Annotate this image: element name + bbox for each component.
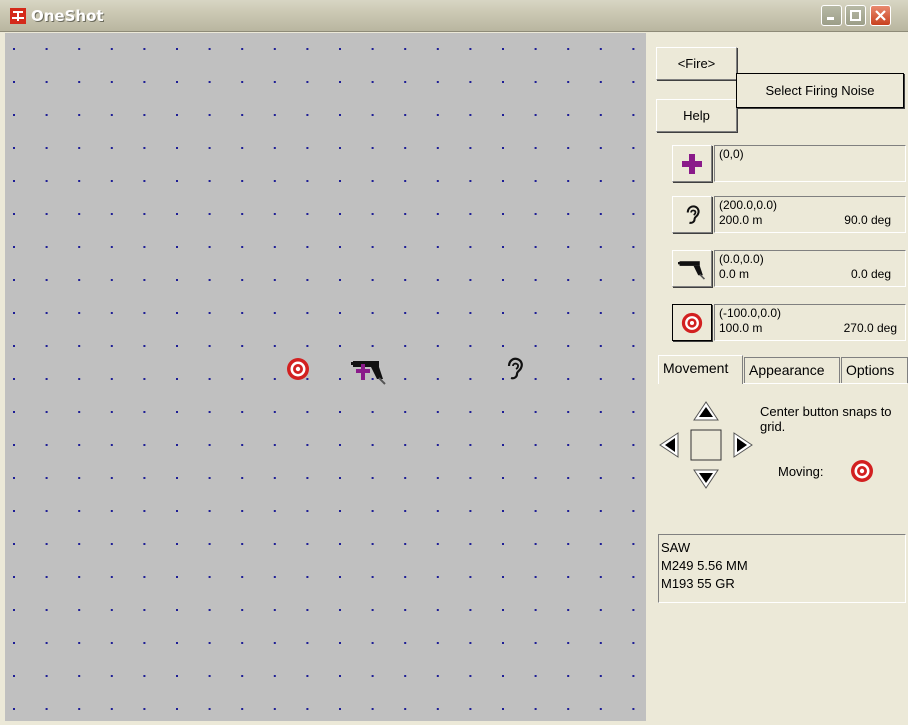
- control-panel: <Fire> Help Select Firing Noise (0,0) (2…: [650, 33, 908, 725]
- weapon-name: SAW: [661, 540, 691, 555]
- move-left-button[interactable]: [659, 432, 679, 458]
- maximize-button[interactable]: [845, 5, 866, 26]
- target-icon[interactable]: [285, 356, 311, 382]
- maximize-icon: [850, 10, 861, 21]
- gun-icon: [678, 260, 705, 280]
- shooter-button[interactable]: [672, 250, 712, 287]
- grid-canvas[interactable]: [5, 33, 646, 721]
- tab-movement[interactable]: Movement: [658, 355, 743, 384]
- close-icon: [875, 10, 886, 21]
- fire-button[interactable]: <Fire>: [656, 47, 737, 80]
- move-right-button[interactable]: [733, 432, 753, 458]
- title-bar[interactable]: OneShot: [0, 0, 908, 32]
- center-snap-button[interactable]: [690, 429, 722, 461]
- origin-info: (0,0): [714, 145, 906, 182]
- listener-button[interactable]: [672, 196, 712, 233]
- shooter-angle: 0.0 deg: [850, 267, 891, 281]
- grid-dots: [13, 48, 635, 710]
- weapon-round: M193 55 GR: [661, 576, 735, 591]
- target-info: (-100.0,0.0) 100.0 m 270.0 deg: [714, 304, 906, 341]
- tab-strip: Movement Appearance Options: [658, 355, 908, 384]
- move-up-button[interactable]: [693, 401, 719, 421]
- weapon-info: SAW M249 5.56 MM M193 55 GR: [658, 534, 906, 603]
- listener-coords: (200.0,0.0): [719, 198, 778, 212]
- tab-options[interactable]: Options: [841, 357, 908, 383]
- origin-button[interactable]: [672, 145, 712, 182]
- listener-angle: 90.0 deg: [844, 213, 891, 227]
- target-coords: (-100.0,0.0): [719, 306, 782, 320]
- shooter-distance: 0.0 m: [719, 267, 750, 281]
- help-button[interactable]: Help: [656, 99, 737, 132]
- crosshair-icon: [682, 153, 702, 174]
- movement-pane: Center button snaps to grid. Moving: SAW…: [658, 383, 907, 718]
- target-distance: 100.0 m: [719, 321, 763, 335]
- minimize-button[interactable]: [821, 5, 842, 26]
- listener-distance: 200.0 m: [719, 213, 763, 227]
- ear-icon[interactable]: [501, 356, 527, 382]
- target-angle: 270.0 deg: [843, 321, 897, 335]
- target-button[interactable]: [672, 304, 712, 341]
- center-hint: Center button snaps to grid.: [760, 404, 892, 434]
- ear-icon: [686, 204, 700, 224]
- direction-pad: [659, 401, 753, 489]
- listener-info: (200.0,0.0) 200.0 m 90.0 deg: [714, 196, 906, 233]
- weapon-caliber: M249 5.56 MM: [661, 558, 748, 573]
- origin-coords: (0,0): [719, 147, 744, 161]
- tab-appearance[interactable]: Appearance: [744, 357, 840, 383]
- move-down-button[interactable]: [693, 469, 719, 489]
- shooter-coords: (0.0,0.0): [719, 252, 764, 266]
- oneshot-app-icon: [10, 8, 26, 24]
- target-icon: [681, 312, 703, 333]
- window-title: OneShot: [31, 7, 104, 25]
- minimize-icon: [827, 17, 834, 20]
- gun-icon[interactable]: [351, 356, 387, 386]
- target-icon: [851, 460, 873, 482]
- shooter-info: (0.0,0.0) 0.0 m 0.0 deg: [714, 250, 906, 287]
- select-firing-noise-button[interactable]: Select Firing Noise: [736, 73, 904, 108]
- moving-label: Moving:: [778, 464, 824, 479]
- close-button[interactable]: [870, 5, 891, 26]
